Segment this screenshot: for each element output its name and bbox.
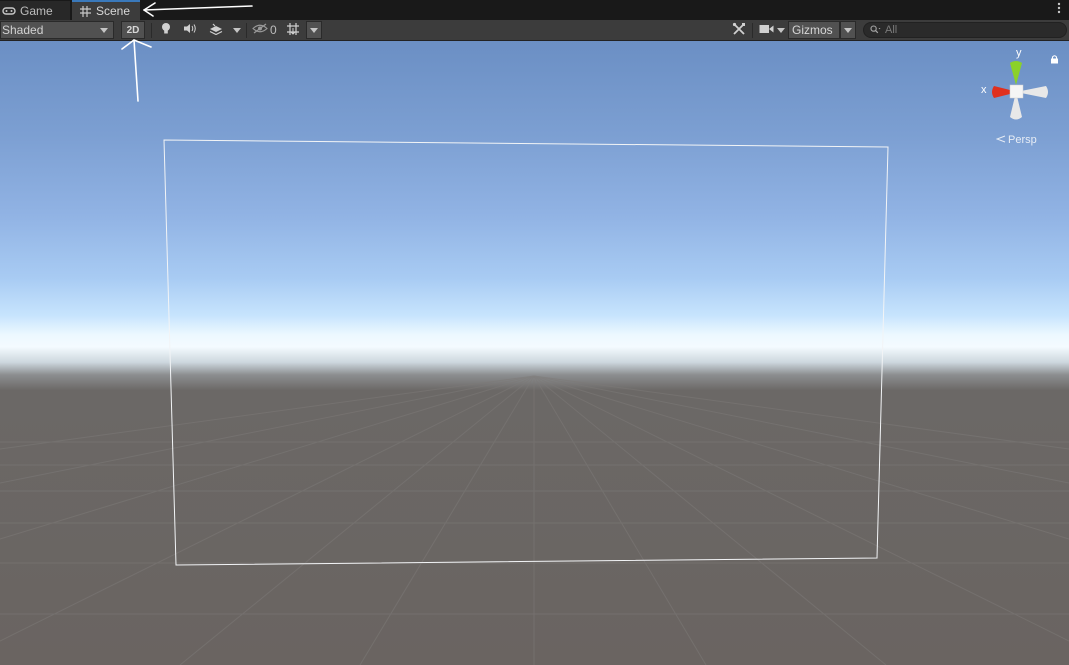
- search-icon: [870, 23, 881, 37]
- gizmo-y-label: y: [1016, 47, 1022, 59]
- toggle-2d-button[interactable]: 2D: [121, 21, 145, 39]
- tab-scene-label: Scene: [96, 4, 131, 18]
- lighting-toggle-button[interactable]: [156, 21, 176, 39]
- lightbulb-icon: [161, 22, 171, 38]
- scene-viewport[interactable]: y x Persp: [0, 41, 1069, 665]
- unity-scene-window: Game Scene Shaded 2D 0 Gizmos All y x Pe…: [0, 0, 1069, 665]
- grid-snap-icon: [286, 22, 300, 39]
- effects-dropdown-button[interactable]: [230, 21, 244, 39]
- eye-hidden-icon: [252, 23, 268, 37]
- tab-game[interactable]: Game: [0, 1, 70, 20]
- projection-label: Persp: [1008, 134, 1037, 146]
- shading-mode-label: Shaded: [2, 23, 44, 37]
- ground-grid: [0, 375, 1069, 665]
- tab-scene[interactable]: Scene: [72, 0, 140, 20]
- more-options-icon[interactable]: [1055, 2, 1063, 16]
- projection-toggle[interactable]: Persp: [995, 134, 1037, 146]
- chevron-down-icon: [100, 28, 108, 33]
- scene-visibility-toggle[interactable]: 0: [249, 21, 279, 39]
- camera-frustum-outline: [163, 139, 889, 566]
- search-input[interactable]: [885, 24, 1055, 36]
- scene-search-field[interactable]: [863, 22, 1067, 38]
- chevron-down-icon: [310, 27, 318, 33]
- gizmos-label: Gizmos: [792, 23, 833, 37]
- camera-icon: [759, 24, 774, 37]
- gizmos-button[interactable]: Gizmos: [788, 21, 840, 39]
- orientation-gizmo[interactable]: [978, 49, 1054, 125]
- chevron-down-icon: [844, 27, 852, 33]
- scene-toolbar: Shaded 2D 0 Gizmos All: [0, 20, 1069, 41]
- grid-dropdown-button[interactable]: [306, 21, 322, 39]
- gizmo-x-label: x: [981, 84, 987, 96]
- gamepad-icon: [2, 5, 16, 17]
- tab-game-label: Game: [20, 3, 53, 18]
- layers-effects-icon: [209, 23, 223, 38]
- hidden-objects-count: 0: [270, 23, 277, 37]
- effects-toggle-button[interactable]: [205, 21, 227, 39]
- perspective-icon: [995, 134, 1006, 146]
- toolbar-divider: [246, 23, 247, 38]
- chevron-down-icon: [233, 27, 241, 33]
- tools-button[interactable]: [729, 21, 749, 39]
- camera-settings-button[interactable]: [756, 21, 786, 39]
- toolbar-divider: [752, 23, 753, 38]
- scene-canvas: [0, 139, 1069, 665]
- grid-icon: [78, 5, 92, 17]
- tab-bar: Game Scene: [0, 0, 1069, 21]
- shading-mode-dropdown[interactable]: Shaded: [0, 21, 114, 39]
- y-axis-cone: [1010, 61, 1022, 85]
- toggle-2d-label: 2D: [126, 24, 140, 36]
- tools-icon: [732, 22, 746, 39]
- lock-icon[interactable]: [1050, 53, 1060, 64]
- chevron-down-icon: [777, 27, 785, 33]
- gizmos-dropdown-button[interactable]: [840, 21, 856, 39]
- toolbar-divider: [151, 23, 152, 38]
- speaker-icon: [183, 23, 197, 37]
- audio-toggle-button[interactable]: [180, 21, 200, 39]
- grid-snapping-toggle[interactable]: [283, 21, 303, 39]
